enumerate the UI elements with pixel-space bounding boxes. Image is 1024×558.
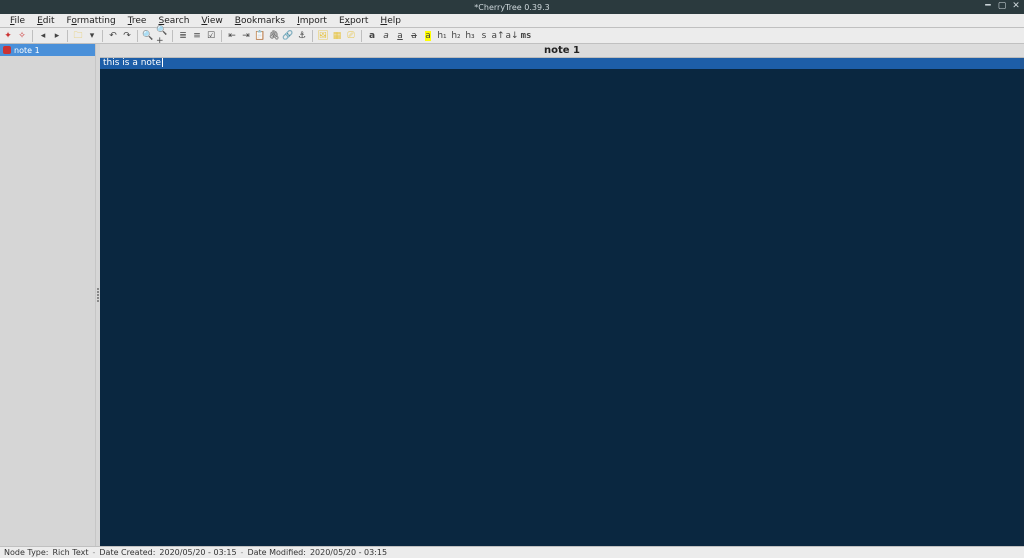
superscript-icon[interactable]: a↑ (492, 30, 504, 42)
status-date-created-value: 2020/05/20 - 03:15 (159, 548, 236, 557)
nav-forward-icon[interactable]: ▸ (51, 30, 63, 42)
table-icon[interactable]: ▦ (331, 30, 343, 42)
toolbar-separator (137, 30, 138, 42)
editor-scrollbar[interactable] (1020, 58, 1024, 546)
menu-bookmarks[interactable]: Bookmarks (229, 16, 291, 26)
redo-icon[interactable]: ↷ (121, 30, 133, 42)
monospace-icon[interactable]: ms (520, 30, 532, 42)
toolbar-separator (221, 30, 222, 42)
strikethrough-icon[interactable]: a (408, 30, 420, 42)
menu-edit[interactable]: Edit (31, 16, 60, 26)
menu-tree[interactable]: Tree (122, 16, 153, 26)
anchor-icon[interactable]: ⚓ (296, 30, 308, 42)
status-separator: - (92, 548, 95, 557)
window-close-icon[interactable]: ✕ (1011, 1, 1021, 11)
cherry-node-icon (3, 46, 11, 54)
menu-search[interactable]: Search (152, 16, 195, 26)
list-bulleted-icon[interactable]: ≣ (177, 30, 189, 42)
paste-icon[interactable]: 📋 (254, 30, 266, 42)
italic-icon[interactable]: a (380, 30, 392, 42)
bold-icon[interactable]: a (366, 30, 378, 42)
menubar: File Edit Formatting Tree Search View Bo… (0, 14, 1024, 28)
h2-icon[interactable]: h₂ (450, 30, 462, 42)
status-date-modified-value: 2020/05/20 - 03:15 (310, 548, 387, 557)
small-icon[interactable]: s (478, 30, 490, 42)
status-separator: - (241, 548, 244, 557)
codebox-icon[interactable]: ⎚ (345, 30, 357, 42)
editor-area: note 1 this is a note (100, 44, 1024, 546)
indent-left-icon[interactable]: ⇤ (226, 30, 238, 42)
toolbar-separator (102, 30, 103, 42)
node-add-icon[interactable]: ✦ (2, 30, 14, 42)
node-add-child-icon[interactable]: ✧ (16, 30, 28, 42)
window-minimize-icon[interactable]: ━ (983, 1, 993, 11)
toolbar-separator (32, 30, 33, 42)
tree-panel[interactable]: note 1 (0, 44, 96, 546)
status-node-type-label: Node Type: (4, 548, 49, 557)
list-todo-icon[interactable]: ☑ (205, 30, 217, 42)
tree-node-note-1[interactable]: note 1 (0, 44, 95, 56)
image-icon[interactable]: 🖼 (317, 30, 329, 42)
underline-icon[interactable]: a (394, 30, 406, 42)
save-dropdown-icon[interactable]: ▾ (86, 30, 98, 42)
status-date-modified-label: Date Modified: (247, 548, 306, 557)
status-node-type-value: Rich Text (53, 548, 89, 557)
menu-file[interactable]: File (4, 16, 31, 26)
highlight-icon[interactable]: a (422, 30, 434, 42)
zoom-reset-icon[interactable]: 🔍 (142, 30, 154, 42)
zoom-in-icon[interactable]: 🔍+ (156, 30, 168, 42)
toolbar-separator (172, 30, 173, 42)
menu-import[interactable]: Import (291, 16, 333, 26)
window-titlebar: *CherryTree 0.39.3 ━ ▢ ✕ (0, 0, 1024, 14)
list-numbered-icon[interactable]: ≡ (191, 30, 203, 42)
undo-icon[interactable]: ↶ (107, 30, 119, 42)
tree-node-label: note 1 (14, 46, 40, 55)
menu-export[interactable]: Export (333, 16, 374, 26)
indent-right-icon[interactable]: ⇥ (240, 30, 252, 42)
editor-current-line[interactable]: this is a note (100, 58, 1024, 69)
save-icon[interactable]: 🗀 (72, 30, 84, 42)
status-date-created-label: Date Created: (99, 548, 155, 557)
toolbar-separator (312, 30, 313, 42)
h1-icon[interactable]: h₁ (436, 30, 448, 42)
window-maximize-icon[interactable]: ▢ (997, 1, 1007, 11)
link-icon[interactable]: 🔗 (282, 30, 294, 42)
node-header: note 1 (100, 44, 1024, 58)
toolbar: ✦ ✧ ◂ ▸ 🗀 ▾ ↶ ↷ 🔍 🔍+ ≣ ≡ ☑ ⇤ ⇥ 📋 🖇 🔗 ⚓ 🖼… (0, 28, 1024, 44)
text-editor[interactable]: this is a note (100, 58, 1024, 546)
menu-view[interactable]: View (195, 16, 228, 26)
statusbar: Node Type: Rich Text - Date Created: 202… (0, 546, 1024, 558)
attach-icon[interactable]: 🖇 (268, 30, 280, 42)
node-header-title: note 1 (544, 45, 580, 56)
editor-text: this is a note (103, 58, 161, 68)
menu-help[interactable]: Help (374, 16, 407, 26)
window-title: *CherryTree 0.39.3 (474, 3, 549, 12)
toolbar-separator (67, 30, 68, 42)
text-caret (162, 58, 163, 67)
toolbar-separator (361, 30, 362, 42)
menu-formatting[interactable]: Formatting (61, 16, 122, 26)
h3-icon[interactable]: h₃ (464, 30, 476, 42)
nav-back-icon[interactable]: ◂ (37, 30, 49, 42)
main-area: note 1 note 1 this is a note (0, 44, 1024, 546)
subscript-icon[interactable]: a↓ (506, 30, 518, 42)
